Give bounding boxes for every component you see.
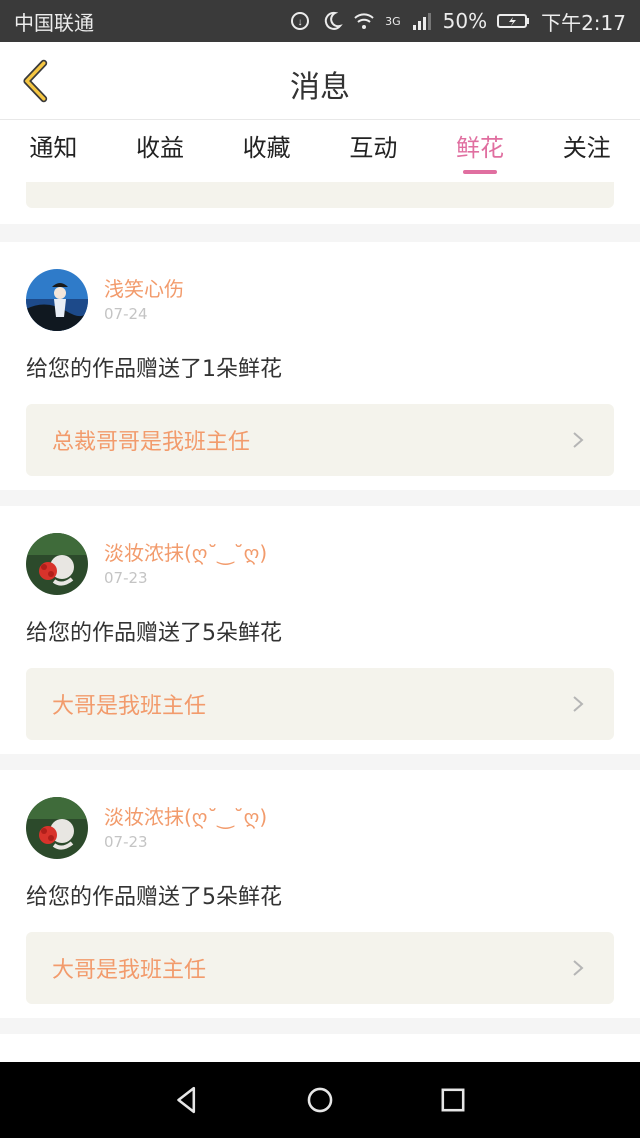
- avatar[interactable]: [26, 797, 88, 859]
- moon-icon: [321, 10, 343, 32]
- tab-interactions[interactable]: 互动: [320, 120, 427, 182]
- tab-bar: 通知 收益 收藏 互动 鲜花 关注: [0, 120, 640, 182]
- card-header: 淡妆浓抹(ღ˘‿˘ღ) 07-23: [26, 797, 614, 859]
- work-link[interactable]: 总裁哥哥是我班主任: [26, 404, 614, 476]
- app-header: 消息: [0, 42, 640, 120]
- tab-favorites[interactable]: 收藏: [213, 120, 320, 182]
- home-nav-button[interactable]: [300, 1080, 340, 1120]
- tab-earnings[interactable]: 收益: [107, 120, 214, 182]
- work-link[interactable]: 大哥是我班主任: [26, 932, 614, 1004]
- status-bar: 中国联通 ↓ 3G 50% 下午2:17: [0, 0, 640, 42]
- list-item-partial: [0, 182, 640, 224]
- user-meta: 淡妆浓抹(ღ˘‿˘ღ) 07-23: [104, 803, 267, 853]
- svg-text:↓: ↓: [298, 17, 303, 28]
- back-nav-button[interactable]: [167, 1080, 207, 1120]
- message-list[interactable]: 浅笑心伤 07-24 给您的作品赠送了1朵鲜花 总裁哥哥是我班主任 淡妆浓抹(ღ…: [0, 182, 640, 1062]
- triangle-back-icon: [176, 1086, 195, 1114]
- message-text: 给您的作品赠送了5朵鲜花: [26, 621, 282, 646]
- tab-follows[interactable]: 关注: [533, 120, 640, 182]
- message-text: 给您的作品赠送了5朵鲜花: [26, 885, 282, 910]
- chevron-right-icon: [573, 696, 584, 712]
- chevron-right-icon: [573, 432, 584, 448]
- work-title: 大哥是我班主任: [52, 694, 207, 719]
- username[interactable]: 淡妆浓抹(ღ˘‿˘ღ): [104, 539, 267, 567]
- data-saver-icon: ↓: [289, 10, 311, 32]
- list-item: 浅笑心伤 07-24 给您的作品赠送了1朵鲜花 总裁哥哥是我班主任: [0, 242, 640, 490]
- list-item: 淡妆浓抹(ღ˘‿˘ღ) 07-23 给您的作品赠送了5朵鲜花 大哥是我班主任: [0, 506, 640, 754]
- avatar[interactable]: [26, 533, 88, 595]
- username[interactable]: 淡妆浓抹(ღ˘‿˘ღ): [104, 803, 267, 831]
- carrier-label: 中国联通: [14, 10, 94, 35]
- user-meta: 浅笑心伤 07-24: [104, 275, 184, 325]
- list-item: 淡妆浓抹(ღ˘‿˘ღ) 07-23 给您的作品赠送了5朵鲜花 大哥是我班主任: [0, 770, 640, 1018]
- circle-home-icon: [307, 1087, 333, 1113]
- user-meta: 淡妆浓抹(ღ˘‿˘ღ) 07-23: [104, 539, 267, 589]
- avatar[interactable]: [26, 269, 88, 331]
- date: 07-23: [104, 833, 148, 851]
- username[interactable]: 浅笑心伤: [104, 275, 184, 303]
- date: 07-23: [104, 569, 148, 587]
- status-icons: ↓ 3G 50% 下午2:17: [289, 7, 626, 36]
- tab-notifications[interactable]: 通知: [0, 120, 107, 182]
- system-nav-bar: [0, 1062, 640, 1138]
- work-link-partial[interactable]: [26, 182, 614, 208]
- work-link[interactable]: 大哥是我班主任: [26, 668, 614, 740]
- battery-percent: 50%: [442, 9, 488, 33]
- work-title: 总裁哥哥是我班主任: [52, 430, 251, 455]
- network-type-label: 3G: [385, 14, 401, 28]
- tab-flowers[interactable]: 鲜花: [427, 120, 534, 182]
- card-header: 浅笑心伤 07-24: [26, 269, 614, 331]
- chevron-right-icon: [573, 960, 584, 976]
- list-item-partial: [0, 1034, 640, 1062]
- recents-nav-button[interactable]: [433, 1080, 473, 1120]
- work-title: 大哥是我班主任: [52, 958, 207, 983]
- page-title: 消息: [290, 70, 350, 105]
- clock: 下午2:17: [541, 10, 626, 35]
- signal-icon: [411, 10, 433, 32]
- date: 07-24: [104, 305, 148, 323]
- message-text: 给您的作品赠送了1朵鲜花: [26, 357, 282, 382]
- card-header: 淡妆浓抹(ღ˘‿˘ღ) 07-23: [26, 533, 614, 595]
- battery-icon: [497, 10, 531, 32]
- wifi-icon: [353, 10, 375, 32]
- square-recents-icon: [441, 1088, 465, 1112]
